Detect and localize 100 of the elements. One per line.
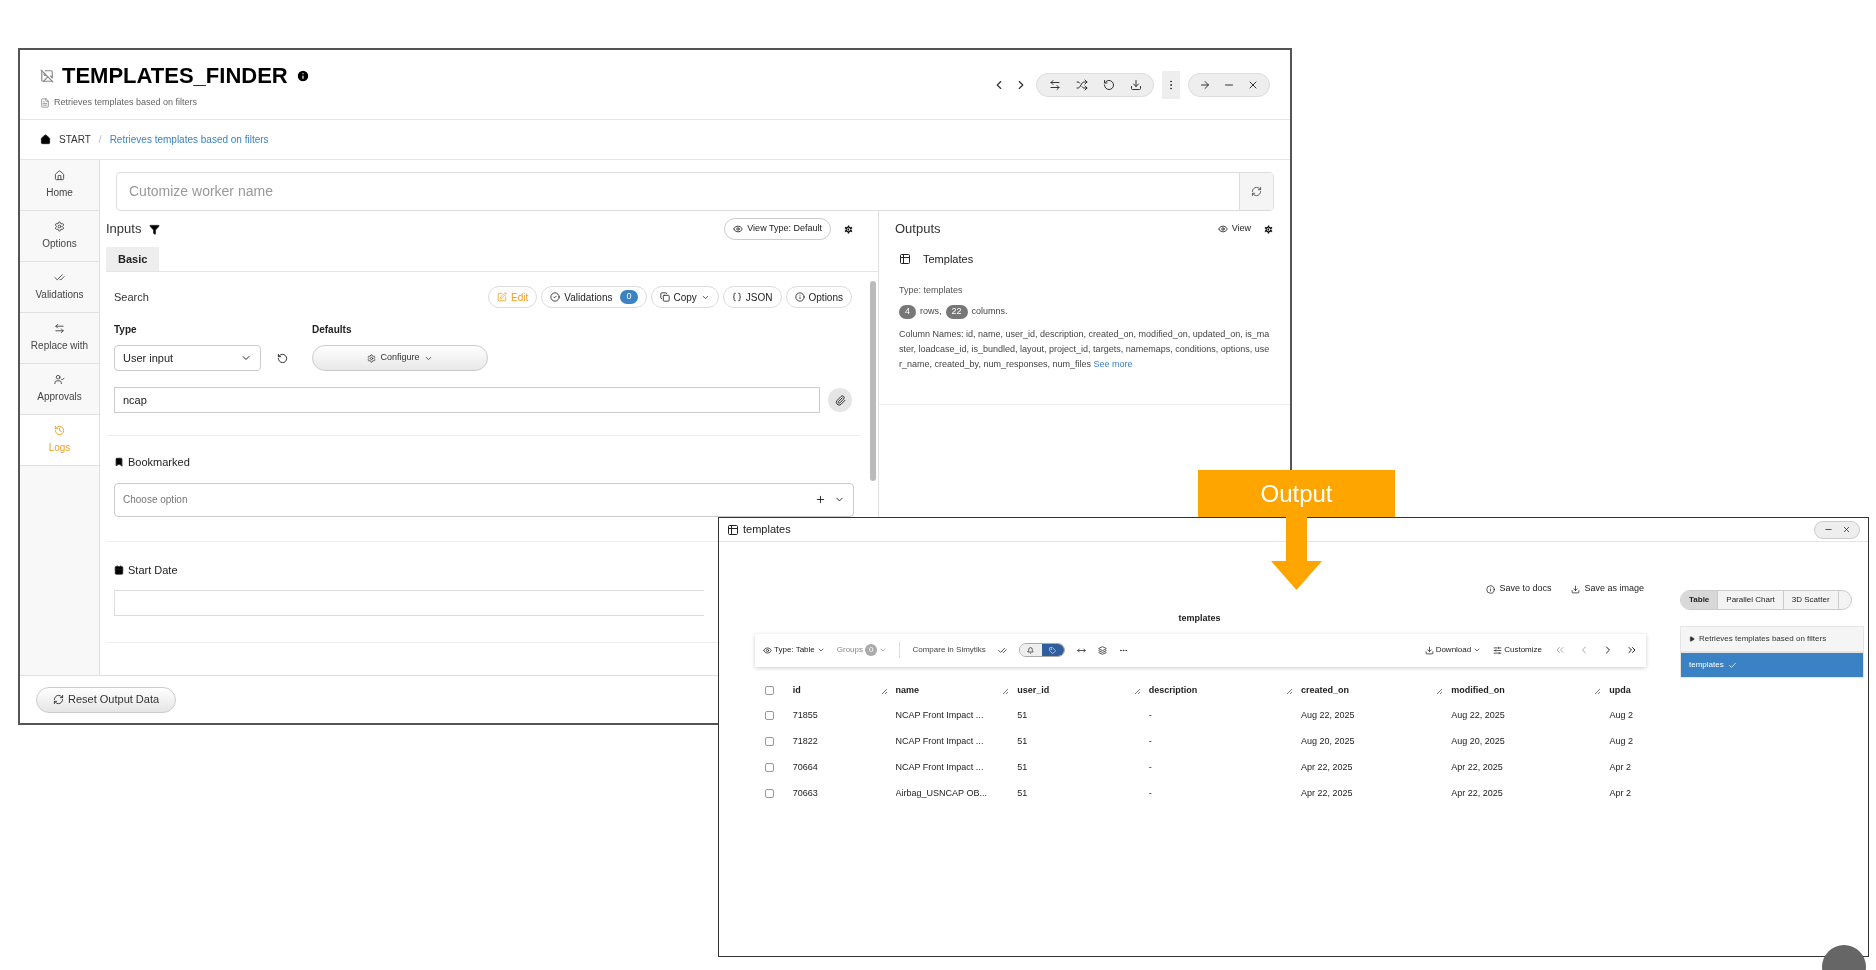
last-page-icon[interactable]: [1626, 644, 1638, 656]
table-cell: 51: [1017, 735, 1028, 746]
resize-handle-icon[interactable]: [879, 686, 888, 695]
tab[interactable]: Basic: [106, 247, 160, 271]
type-button[interactable]: Type: Table: [763, 644, 825, 656]
plus-icon[interactable]: [815, 494, 826, 505]
json-button[interactable]: JSON: [722, 286, 782, 308]
reset-icon[interactable]: [277, 352, 288, 364]
options-button[interactable]: Options: [785, 286, 852, 308]
tree-item[interactable]: Retrieves templates based on filters: [1680, 626, 1864, 652]
bell-toggle[interactable]: [1019, 644, 1042, 656]
caret-icon: [1689, 636, 1695, 642]
table-cell: Aug 22, 2025: [1451, 709, 1505, 720]
row-count-badge: 4: [899, 305, 916, 319]
column-header[interactable]: user_id: [1017, 683, 1050, 698]
table-cell: Aug 20, 2025: [1300, 735, 1355, 746]
bookmarked-select[interactable]: Choose option: [114, 482, 854, 517]
start-date-field[interactable]: [114, 590, 704, 616]
type-select[interactable]: User input: [114, 345, 261, 371]
bell-icon: [1027, 646, 1035, 654]
tag-toggle[interactable]: [1041, 644, 1064, 656]
table-icon: [899, 253, 911, 266]
validations-button[interactable]: Validations 0: [541, 286, 647, 308]
row-checkbox[interactable]: [765, 789, 774, 798]
settings-icon[interactable]: [843, 223, 854, 235]
search-label: Search: [114, 289, 149, 305]
column-header[interactable]: upda: [1609, 683, 1631, 698]
broken-image-icon: [40, 68, 54, 83]
scrollbar[interactable]: [870, 281, 876, 481]
resize-handle-icon[interactable]: [1001, 686, 1010, 695]
caret-icon: [1473, 646, 1482, 654]
view-tab[interactable]: Table: [1681, 591, 1719, 609]
sidebar-item[interactable]: Home: [20, 160, 99, 211]
braces-icon: [731, 292, 742, 302]
sliders-icon: [1493, 645, 1503, 655]
swap-icon: [54, 323, 65, 334]
column-header[interactable]: created_on: [1300, 683, 1349, 698]
column-names-text: Column Names: id, name, user_id, description, created_on, modified_on, updated_on, is_master, loadcase_id, is_bundled, layout, project_id, targets, namemaps, conditions, options, user_name, created_by, num_responses, num_files See more: [899, 327, 1270, 371]
paperclip-icon: [834, 394, 846, 406]
save-to-docs-button[interactable]: Save to docs: [1486, 582, 1552, 596]
breadcrumb-link[interactable]: START: [59, 132, 91, 147]
row-checkbox[interactable]: [765, 763, 774, 772]
table-cell: Aug 20, 2025: [1451, 735, 1505, 746]
row-checkbox[interactable]: [765, 737, 774, 746]
resize-handle-icon[interactable]: [1435, 686, 1444, 695]
save-image-button[interactable]: Save as image: [1571, 582, 1644, 596]
configure-button[interactable]: Configure: [312, 345, 488, 371]
view-button[interactable]: View: [1217, 222, 1251, 236]
resize-handle-icon[interactable]: [1132, 686, 1141, 695]
filter-icon[interactable]: [149, 223, 161, 235]
eye-icon: [1217, 224, 1228, 234]
swap-icon: [1048, 78, 1061, 91]
type-label: Type: [114, 323, 138, 337]
layers-icon[interactable]: [1097, 645, 1107, 655]
expand-width-icon[interactable]: [1076, 645, 1086, 655]
compare-button[interactable]: Compare in Simytiks: [912, 644, 986, 656]
settings-icon[interactable]: [1263, 223, 1274, 235]
count-badge: 0: [865, 644, 878, 656]
breadcrumb-link[interactable]: Retrieves templates based on filters: [109, 132, 269, 147]
info-icon[interactable]: [295, 68, 310, 83]
search-value-field[interactable]: ncap: [114, 387, 820, 413]
groups-button[interactable]: Groups 0: [836, 644, 888, 656]
tree-item[interactable]: templates: [1680, 652, 1864, 678]
document-icon: [40, 98, 50, 108]
column-header[interactable]: name: [895, 683, 920, 698]
undo-icon: [1102, 78, 1115, 91]
copy-button[interactable]: Copy: [650, 286, 719, 308]
refresh-icon: [1251, 186, 1262, 197]
resize-handle-icon[interactable]: [1284, 686, 1293, 695]
column-header[interactable]: description: [1148, 683, 1198, 698]
attach-button[interactable]: [828, 388, 852, 412]
column-header[interactable]: modified_on: [1451, 683, 1505, 698]
table-cell: Aug 2: [1609, 735, 1633, 746]
column-header[interactable]: id: [792, 683, 801, 698]
table-cell: Apr 22, 2025: [1451, 787, 1503, 798]
edit-icon: [497, 292, 508, 302]
row-checkbox[interactable]: [765, 711, 774, 720]
rows-label: rows,: [920, 305, 942, 318]
output-callout: Output: [1198, 470, 1395, 517]
output-type: Type: templates: [899, 283, 964, 297]
outputs-title: Outputs: [895, 220, 941, 239]
sidebar-item[interactable]: Replace with: [20, 313, 99, 364]
bookmarked-label: Bookmarked: [128, 455, 190, 470]
table-cell: NCAP Front Impact ...: [895, 709, 984, 720]
table-cell: Apr 22, 2025: [1300, 761, 1353, 772]
start-date-label: Start Date: [128, 562, 178, 578]
sidebar-item[interactable]: Validations: [20, 262, 99, 313]
table-cell: 51: [1017, 787, 1028, 798]
column-count-badge: 22: [945, 305, 968, 319]
download-button[interactable]: Download: [1424, 644, 1482, 656]
resize-handle-icon[interactable]: [1593, 686, 1602, 695]
see-more-link[interactable]: See more: [1093, 358, 1133, 369]
reset-output-button[interactable]: Reset Output Data: [36, 686, 177, 713]
double-check-icon[interactable]: [997, 645, 1007, 655]
table-cell: 71855: [792, 709, 818, 720]
customize-button[interactable]: Customize: [1493, 644, 1542, 656]
sidebar-item[interactable]: Options: [20, 211, 99, 262]
table-cell: Airbag_USNCAP OB...: [895, 787, 987, 798]
bookmarked-input[interactable]: Choose option: [123, 492, 815, 507]
row-checkbox[interactable]: [765, 686, 774, 695]
